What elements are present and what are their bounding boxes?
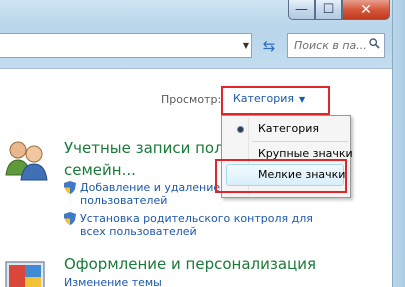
link-parental-controls[interactable]: Установка родительского контроля для xyxy=(80,212,313,225)
window-frame-right xyxy=(392,0,405,287)
refresh-icon: ⇆ xyxy=(262,37,276,55)
close-icon: ✕ xyxy=(360,1,372,18)
link-add-remove-users-cont[interactable]: пользователей xyxy=(80,194,167,207)
highlight-box-view-dropdown xyxy=(221,86,330,115)
address-dropdown-icon[interactable]: ▼ xyxy=(243,41,249,50)
menu-item-category-label: Категория xyxy=(258,122,319,135)
control-panel-window: — ☐ ✕ ▼ ⇆ Поиск в па... Просмотр: Катего… xyxy=(0,0,405,287)
maximize-icon: ☐ xyxy=(322,2,335,17)
search-icon[interactable] xyxy=(369,38,380,49)
refresh-button[interactable]: ⇆ xyxy=(258,35,280,57)
category-user-accounts-title-cont[interactable]: семейн... xyxy=(64,161,136,179)
category-user-accounts-title[interactable]: Учетные записи польз xyxy=(64,139,241,157)
link-add-remove-users[interactable]: Добавление и удаление xyxy=(80,181,220,194)
menu-item-category[interactable]: Категория xyxy=(224,118,348,140)
category-appearance-title[interactable]: Оформление и персонализация xyxy=(64,255,316,273)
highlight-box-small-icons xyxy=(215,159,347,193)
minimize-icon: — xyxy=(295,2,308,17)
view-by-label: Просмотр: xyxy=(161,93,222,106)
shield-icon xyxy=(64,181,76,194)
menu-separator xyxy=(252,141,348,142)
display-icon[interactable] xyxy=(4,260,48,287)
shield-icon xyxy=(64,212,76,225)
link-change-theme[interactable]: Изменение темы xyxy=(64,276,162,287)
address-bar[interactable]: ▼ xyxy=(0,33,252,58)
search-placeholder: Поиск в па... xyxy=(294,39,367,52)
search-input[interactable]: Поиск в па... xyxy=(287,33,385,58)
users-icon[interactable] xyxy=(4,139,48,181)
link-parental-controls-cont[interactable]: всех пользователей xyxy=(80,225,197,238)
maximize-button[interactable]: ☐ xyxy=(315,0,342,20)
close-button[interactable]: ✕ xyxy=(342,0,390,20)
minimize-button[interactable]: — xyxy=(288,0,315,20)
radio-selected-icon xyxy=(238,127,243,132)
